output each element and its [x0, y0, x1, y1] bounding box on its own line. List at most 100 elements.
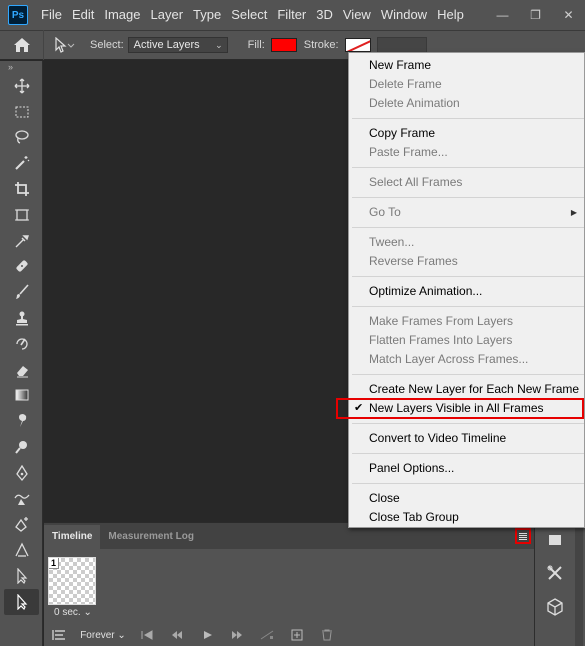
menu-item-flatten-frames: Flatten Frames Into Layers — [369, 333, 513, 347]
menu-select[interactable]: Select — [226, 0, 272, 30]
tools-panel: » — [0, 61, 43, 646]
collapse-toolbar-icon[interactable]: » — [0, 61, 42, 73]
menu-separator — [352, 227, 584, 228]
menu-item-select-all-frames: Select All Frames — [369, 175, 463, 189]
menu-item-panel-options[interactable]: Panel Options... — [349, 459, 584, 478]
menu-type[interactable]: Type — [188, 0, 226, 30]
menu-separator — [352, 306, 584, 307]
duplicate-frame-icon[interactable] — [282, 629, 312, 641]
magic-wand-icon[interactable] — [0, 150, 43, 176]
play-icon[interactable] — [192, 630, 222, 640]
menu-filter[interactable]: Filter — [272, 0, 311, 30]
menu-layer[interactable]: Layer — [146, 0, 189, 30]
history-brush-icon[interactable] — [0, 331, 43, 357]
menu-items: File Edit Image Layer Type Select Filter… — [36, 0, 469, 30]
convert-point-icon[interactable] — [0, 537, 43, 563]
loop-options-dropdown[interactable]: Forever ⌄ — [74, 630, 132, 641]
marquee-tool-icon[interactable] — [0, 99, 43, 125]
move-tool-icon[interactable] — [0, 73, 43, 99]
brush-tool-icon[interactable] — [0, 279, 43, 305]
menu-item-new-layers-visible-all-frames[interactable]: ✔ New Layers Visible in All Frames — [336, 398, 584, 419]
direct-select-icon[interactable] — [4, 588, 39, 615]
hamburger-icon — [519, 532, 527, 534]
path-select-icon[interactable] — [0, 563, 43, 589]
window-controls: — ❐ ✕ — [486, 0, 585, 30]
tab-measurement-log[interactable]: Measurement Log — [100, 525, 202, 549]
crop-tool-icon[interactable] — [0, 176, 43, 202]
menu-image[interactable]: Image — [99, 0, 145, 30]
stroke-label: Stroke: — [303, 39, 339, 51]
frame-number: 1 — [49, 558, 60, 569]
fill-color-swatch[interactable] — [270, 38, 297, 52]
menu-separator — [352, 167, 584, 168]
menu-item-copy-frame[interactable]: Copy Frame — [349, 124, 584, 143]
menu-item-close[interactable]: Close — [349, 489, 584, 508]
hamburger-icon-line — [519, 538, 527, 540]
document-canvas-area[interactable] — [44, 61, 348, 522]
lasso-tool-icon[interactable] — [0, 125, 43, 151]
gradient-tool-icon[interactable] — [0, 383, 43, 409]
frame-tool-icon[interactable] — [0, 202, 43, 228]
menu-item-make-frames-from-layers: Make Frames From Layers — [369, 314, 514, 328]
frame-thumbnail[interactable]: 1 — [48, 557, 96, 605]
menu-3d[interactable]: 3D — [311, 0, 338, 30]
select-dropdown-value: Active Layers — [133, 39, 200, 51]
smudge-tool-icon[interactable] — [0, 408, 43, 434]
stroke-width-field[interactable] — [376, 37, 427, 53]
menu-item-optimize-animation[interactable]: Optimize Animation... — [349, 282, 584, 301]
tween-icon[interactable] — [252, 630, 282, 640]
menu-bar: Ps File Edit Image Layer Type Select Fil… — [0, 0, 585, 30]
menu-item-new-frame[interactable]: New Frame — [349, 56, 584, 75]
menu-item-delete-animation: Delete Animation — [369, 96, 460, 110]
vertical-scrollbar[interactable] — [575, 522, 583, 646]
clone-stamp-icon[interactable] — [0, 305, 43, 331]
path-select-preset-picker[interactable] — [44, 37, 84, 53]
menu-window[interactable]: Window — [376, 0, 432, 30]
panel-menu-button[interactable] — [515, 528, 531, 544]
select-dropdown[interactable]: Active Layers ⌄ — [127, 37, 228, 53]
eyedropper-icon[interactable] — [0, 228, 43, 254]
menu-item-delete-frame: Delete Frame — [369, 77, 442, 91]
trash-icon[interactable] — [312, 629, 342, 641]
menu-separator — [352, 276, 584, 277]
timeline-controls: Forever ⌄ — [44, 624, 534, 646]
menu-file[interactable]: File — [36, 0, 67, 30]
arrow-cursor-icon — [55, 37, 75, 53]
stroke-color-swatch[interactable] — [344, 38, 371, 52]
healing-brush-icon[interactable] — [0, 254, 43, 280]
next-frame-icon[interactable] — [222, 630, 252, 640]
menu-item-go-to: Go To ▶ — [349, 203, 584, 222]
menu-item-create-new-layer-each-frame[interactable]: Create New Layer for Each New Frame — [349, 380, 584, 399]
menu-item-close-tab-group[interactable]: Close Tab Group — [349, 508, 584, 527]
convert-to-video-timeline-icon[interactable] — [44, 629, 74, 641]
previous-frame-icon[interactable] — [162, 630, 192, 640]
frame-delay-dropdown[interactable]: 0 sec. ⌄ — [54, 607, 92, 618]
tab-timeline[interactable]: Timeline — [44, 525, 101, 549]
dodge-tool-icon[interactable] — [0, 434, 43, 460]
hamburger-icon-line — [519, 534, 527, 536]
close-window-button[interactable]: ✕ — [552, 0, 585, 30]
timeline-panel-flyout-menu: New Frame Delete Frame Delete Animation … — [336, 52, 585, 528]
menu-item-convert-to-video-timeline[interactable]: Convert to Video Timeline — [349, 429, 584, 448]
first-frame-icon[interactable] — [132, 630, 162, 640]
restore-button[interactable]: ❐ — [519, 0, 552, 30]
submenu-arrow-icon: ▶ — [570, 208, 577, 217]
pen-tool-icon[interactable] — [0, 460, 43, 486]
eraser-icon[interactable] — [0, 357, 43, 383]
menu-separator — [352, 197, 584, 198]
home-icon — [13, 38, 30, 52]
menu-separator — [352, 374, 584, 375]
freeform-pen-icon[interactable] — [0, 486, 43, 512]
minimize-button[interactable]: — — [486, 0, 519, 30]
menu-view[interactable]: View — [338, 0, 376, 30]
fill-label: Fill: — [247, 39, 265, 51]
menu-edit[interactable]: Edit — [67, 0, 99, 30]
tools-icon[interactable] — [535, 556, 575, 590]
menu-separator — [352, 423, 584, 424]
3d-cube-icon[interactable] — [535, 590, 575, 624]
menu-separator — [352, 453, 584, 454]
menu-separator — [352, 483, 584, 484]
home-button[interactable] — [0, 30, 44, 60]
add-anchor-icon[interactable] — [0, 512, 43, 538]
menu-help[interactable]: Help — [432, 0, 469, 30]
